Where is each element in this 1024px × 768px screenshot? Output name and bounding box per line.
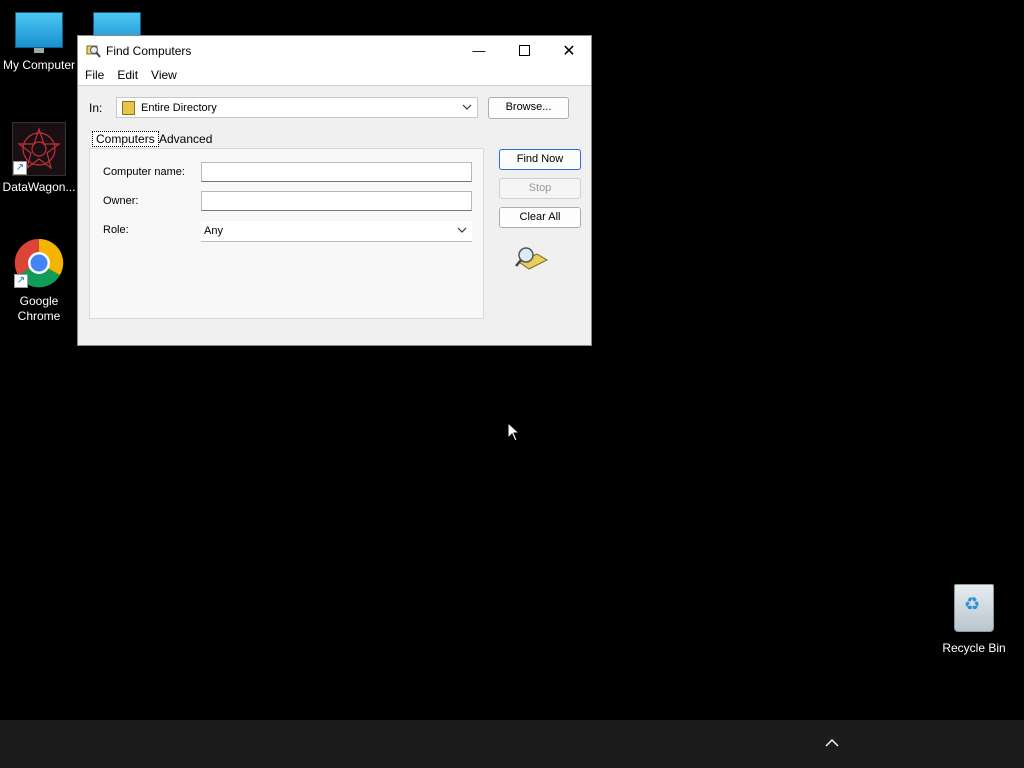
chrome-icon: ↗ [14, 238, 64, 288]
chevron-up-icon[interactable] [824, 736, 840, 755]
desktop-icon-label: Google Chrome [17, 294, 61, 323]
chevron-down-icon [461, 101, 473, 116]
computer-icon [15, 12, 63, 53]
tab-computers[interactable]: Computers [92, 131, 159, 147]
clear-all-button[interactable]: Clear All [499, 207, 581, 228]
desktop-icon-label: DataWagon... [2, 180, 76, 194]
role-dropdown[interactable]: Any [201, 221, 472, 242]
desktop-icon-recycle-bin[interactable]: ♻ Recycle Bin [935, 584, 1013, 656]
datawagon-app-icon: ↗ [12, 122, 66, 176]
desktop-icon-google-chrome[interactable]: ↗ Google Chrome [0, 238, 78, 324]
tab-advanced[interactable]: Advanced [159, 132, 212, 146]
menu-bar: File Edit View [78, 65, 591, 86]
minimize-button[interactable]: — [456, 36, 502, 65]
chevron-down-icon [456, 224, 468, 239]
computer-name-input[interactable] [201, 162, 472, 182]
desktop-icon-datawagon[interactable]: ↗ DataWagon... [0, 122, 78, 195]
role-label: Role: [103, 224, 129, 236]
menu-file[interactable]: File [79, 68, 110, 82]
shortcut-arrow-icon: ↗ [13, 161, 27, 175]
window-title: Find Computers [106, 43, 192, 58]
desktop-icon-label: My Computer [2, 58, 76, 72]
in-scope-dropdown[interactable]: Entire Directory [116, 97, 478, 118]
role-value: Any [204, 225, 223, 237]
computers-tab-panel: Computer name: Owner: Role: Any [89, 148, 484, 319]
owner-label: Owner: [103, 195, 139, 207]
mouse-cursor-icon [507, 422, 521, 442]
menu-edit[interactable]: Edit [111, 68, 144, 82]
taskbar [0, 720, 1024, 768]
owner-input[interactable] [201, 191, 472, 211]
find-now-button[interactable]: Find Now [499, 149, 581, 170]
shortcut-arrow-icon: ↗ [14, 274, 28, 288]
stop-button[interactable]: Stop [499, 178, 581, 199]
computer-name-label: Computer name: [103, 166, 185, 178]
recycle-bin-icon: ♻ [954, 584, 994, 632]
close-button[interactable]: ✕ [546, 36, 592, 65]
in-label: In: [89, 101, 103, 115]
close-icon: ✕ [562, 42, 576, 60]
find-computers-icon [86, 45, 101, 58]
browse-button[interactable]: Browse... [488, 97, 569, 119]
menu-view[interactable]: View [145, 68, 183, 82]
find-computers-window: Find Computers — ✕ File Edit View In: En… [77, 35, 592, 346]
in-scope-value: Entire Directory [141, 101, 217, 114]
title-bar[interactable]: Find Computers — ✕ [78, 36, 591, 65]
search-magnifier-icon [515, 247, 549, 270]
maximize-button[interactable] [501, 36, 547, 65]
desktop-icon-label: Recycle Bin [942, 641, 1006, 655]
directory-icon [122, 100, 135, 115]
desktop-icon-my-computer[interactable]: My Computer [0, 12, 78, 73]
maximize-icon [518, 45, 530, 56]
